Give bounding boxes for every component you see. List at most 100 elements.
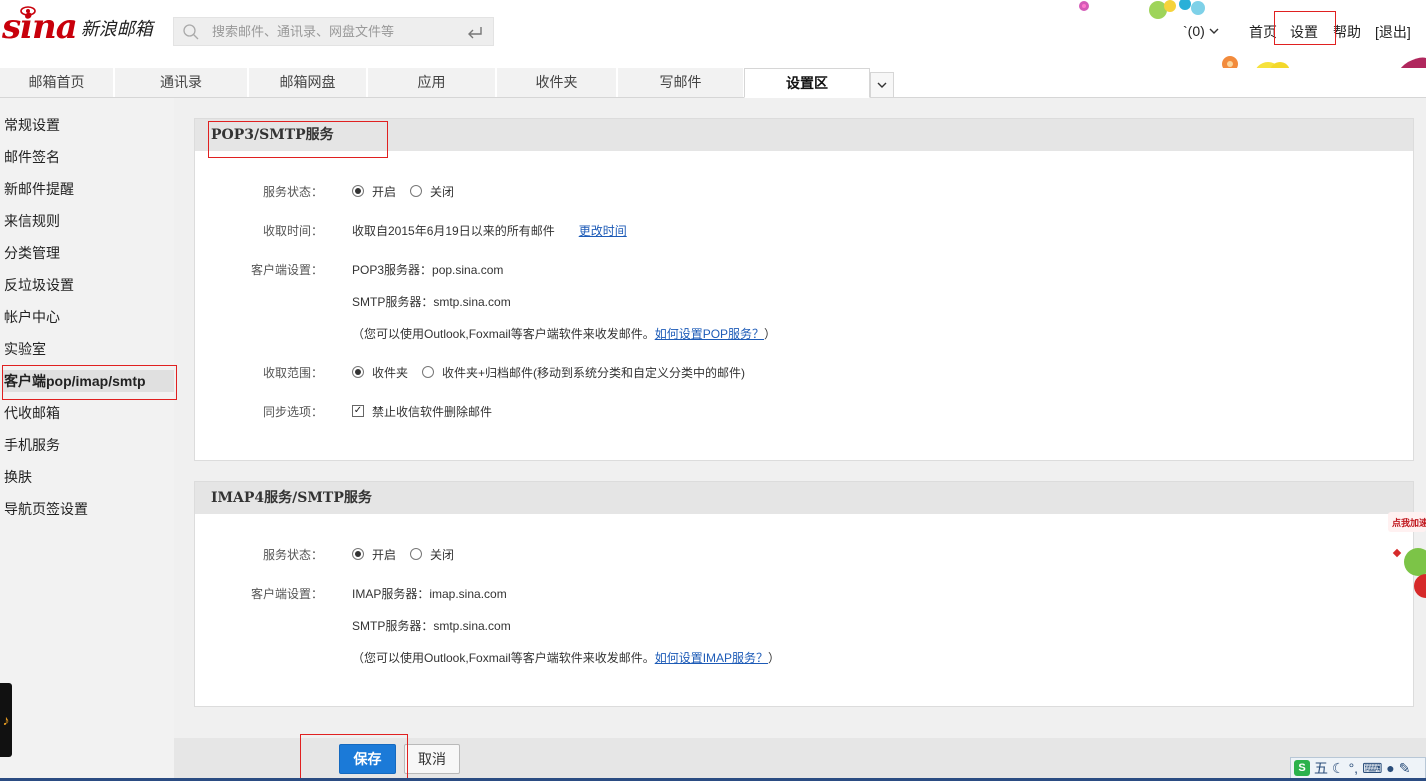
- pop3-range-row: 收取范围： 收件夹 收件夹+归档邮件(移动到系统分类和自定义分类中的邮件): [195, 362, 1413, 382]
- nav-help-link[interactable]: 帮助: [1333, 22, 1361, 42]
- search-box[interactable]: [173, 17, 494, 46]
- tab-contacts[interactable]: 通讯录: [115, 68, 248, 97]
- decor-flower-icon: [1079, 1, 1089, 11]
- decor-flower-icon: [1149, 0, 1205, 19]
- pop3-status-off-radio[interactable]: [410, 185, 423, 197]
- imap-client-label: 客户端设置：: [250, 586, 323, 601]
- sync-no-delete-label[interactable]: 禁止收信软件删除邮件: [372, 403, 492, 420]
- tab-mail-home[interactable]: 邮箱首页: [0, 68, 114, 97]
- sidebar-item-general[interactable]: 常规设置: [4, 114, 60, 136]
- message-count-text: `(0): [1183, 23, 1205, 39]
- sidebar-item-client-pop-imap-smtp[interactable]: 客户端pop/imap/smtp: [2, 370, 174, 392]
- imap-help-link[interactable]: 如何设置IMAP服务？: [655, 649, 768, 666]
- sidebar-item-nav-tabs[interactable]: 导航页签设置: [4, 498, 88, 520]
- nav-home-link[interactable]: 首页: [1249, 22, 1277, 42]
- pop3-fetch-time-value: 收取自2015年6月19日以来的所有邮件: [352, 223, 555, 238]
- search-icon[interactable]: [182, 23, 200, 41]
- speedup-widget-text[interactable]: 点我加速: [1392, 516, 1426, 529]
- tool-icon[interactable]: ✎: [1399, 760, 1411, 777]
- imap-smtp-row: SMTP服务器：smtp.sina.com: [195, 615, 1413, 635]
- moon-icon[interactable]: ☾: [1332, 760, 1345, 777]
- pop3-status-row: 服务状态： 开启 关闭: [195, 181, 1413, 201]
- pop3-fetch-time-label: 收取时间：: [262, 223, 323, 238]
- change-time-link[interactable]: 更改时间: [579, 222, 627, 239]
- pop3-panel-title: POP3/SMTP服务: [195, 119, 1413, 151]
- sidebar-item-mobile[interactable]: 手机服务: [4, 434, 60, 456]
- pop3-client-label: 客户端设置：: [250, 262, 323, 277]
- sidebar-item-categories[interactable]: 分类管理: [4, 242, 60, 264]
- imap-status-off-radio[interactable]: [410, 548, 423, 560]
- imap-status-on-label[interactable]: 开启: [372, 546, 396, 563]
- range-inbox-archive-label[interactable]: 收件夹+归档邮件(移动到系统分类和自定义分类中的邮件): [442, 364, 745, 381]
- pop3-range-label: 收取范围：: [262, 365, 323, 380]
- sidebar-item-signature[interactable]: 邮件签名: [4, 146, 60, 168]
- chevron-down-icon: [1209, 28, 1219, 34]
- sync-no-delete-checkbox[interactable]: ✓: [352, 405, 364, 417]
- imap-smtp-panel: IMAP4服务/SMTP服务 服务状态： 开启 关闭 客户端设置： IMAP服务…: [194, 481, 1414, 707]
- pop3-help-link[interactable]: 如何设置POP服务？: [655, 325, 764, 342]
- header: sina 新浪邮箱 `(0) 首页 设置 帮助 [退出]: [0, 0, 1426, 98]
- imap-panel-title: IMAP4服务/SMTP服务: [195, 482, 1413, 514]
- nav-logout-link[interactable]: [退出]: [1375, 22, 1411, 42]
- tab-netdisk[interactable]: 邮箱网盘: [249, 68, 367, 97]
- pop3-hint-text: （您可以使用Outlook,Foxmail等客户端软件来收发邮件。: [352, 326, 655, 341]
- tab-settings[interactable]: 设置区: [744, 68, 870, 98]
- logo-eye-icon: [20, 6, 36, 16]
- pop3-smtp-server-text: SMTP服务器：smtp.sina.com: [352, 294, 511, 309]
- pop3-hint-suffix: ）: [764, 326, 777, 341]
- save-button[interactable]: 保存: [339, 744, 396, 774]
- sina-logo[interactable]: sina 新浪邮箱: [2, 6, 153, 47]
- search-input[interactable]: [212, 24, 462, 39]
- imap-status-row: 服务状态： 开启 关闭: [195, 544, 1413, 564]
- imap-status-off-label[interactable]: 关闭: [430, 546, 454, 563]
- imap-status-label: 服务状态：: [262, 547, 323, 562]
- main-tab-bar: 邮箱首页 通讯录 邮箱网盘 应用 收件夹 写邮件 设置区: [0, 68, 1426, 98]
- logo-text: 新浪邮箱: [80, 19, 153, 39]
- pop3-status-label: 服务状态：: [262, 184, 323, 199]
- nav-settings-link[interactable]: 设置: [1290, 22, 1318, 42]
- logo-mark: sina: [2, 7, 78, 47]
- tab-inbox[interactable]: 收件夹: [497, 68, 617, 97]
- tab-more-button[interactable]: [870, 72, 894, 98]
- sogou-logo-icon: S: [1294, 760, 1310, 776]
- pop3-server-text: POP3服务器：pop.sina.com: [352, 262, 504, 277]
- sidebar-item-collect-mail[interactable]: 代收邮箱: [4, 402, 60, 424]
- sidebar-item-lab[interactable]: 实验室: [4, 338, 46, 360]
- music-player-icon[interactable]: ♪: [0, 683, 12, 757]
- sidebar-item-skin[interactable]: 换肤: [4, 466, 32, 488]
- pop3-sync-row: 同步选项： ✓ 禁止收信软件删除邮件: [195, 401, 1413, 421]
- message-count[interactable]: `(0): [1183, 23, 1219, 39]
- sidebar-item-antispam[interactable]: 反垃圾设置: [4, 274, 74, 296]
- range-inbox-radio[interactable]: [352, 366, 364, 378]
- pop3-smtp-panel: POP3/SMTP服务 服务状态： 开启 关闭 收取时间： 收取自2015年6月…: [194, 118, 1414, 461]
- imap-status-on-radio[interactable]: [352, 548, 364, 560]
- settings-sidebar: 常规设置 邮件签名 新邮件提醒 来信规则 分类管理 反垃圾设置 帐户中心 实验室…: [0, 98, 174, 781]
- imap-hint-row: （您可以使用Outlook,Foxmail等客户端软件来收发邮件。 如何设置IM…: [195, 647, 1413, 667]
- ime-toolbar[interactable]: S 五 ☾ °, ⌨ ● ✎: [1290, 757, 1426, 779]
- cancel-button[interactable]: 取消: [404, 744, 460, 774]
- pop3-sync-label: 同步选项：: [262, 404, 323, 419]
- imap-hint-suffix: ）: [768, 650, 781, 665]
- range-inbox-label[interactable]: 收件夹: [372, 364, 408, 381]
- tab-compose[interactable]: 写邮件: [618, 68, 744, 97]
- pop3-smtp-row: SMTP服务器：smtp.sina.com: [195, 291, 1413, 311]
- tab-apps[interactable]: 应用: [368, 68, 496, 97]
- user-icon[interactable]: ●: [1386, 760, 1394, 776]
- sidebar-item-account[interactable]: 帐户中心: [4, 306, 60, 328]
- imap-client-row: 客户端设置： IMAP服务器：imap.sina.com: [195, 583, 1413, 603]
- sidebar-item-new-mail-alert[interactable]: 新邮件提醒: [4, 178, 74, 200]
- pop3-client-row: 客户端设置： POP3服务器：pop.sina.com: [195, 259, 1413, 279]
- settings-content: POP3/SMTP服务 服务状态： 开启 关闭 收取时间： 收取自2015年6月…: [174, 98, 1426, 781]
- range-inbox-archive-radio[interactable]: [422, 366, 435, 378]
- keyboard-icon[interactable]: ⌨: [1362, 760, 1382, 777]
- enter-icon[interactable]: [466, 25, 484, 39]
- pop3-status-on-label[interactable]: 开启: [372, 183, 396, 200]
- imap-hint-text: （您可以使用Outlook,Foxmail等客户端软件来收发邮件。: [352, 650, 655, 665]
- ime-mode-label[interactable]: 五: [1314, 758, 1328, 778]
- sidebar-item-mail-rules[interactable]: 来信规则: [4, 210, 60, 232]
- pop3-status-on-radio[interactable]: [352, 185, 364, 197]
- imap-smtp-server-text: SMTP服务器：smtp.sina.com: [352, 618, 511, 633]
- punctuation-icon[interactable]: °,: [1349, 760, 1359, 776]
- chevron-down-icon: [877, 82, 887, 88]
- pop3-status-off-label[interactable]: 关闭: [430, 183, 454, 200]
